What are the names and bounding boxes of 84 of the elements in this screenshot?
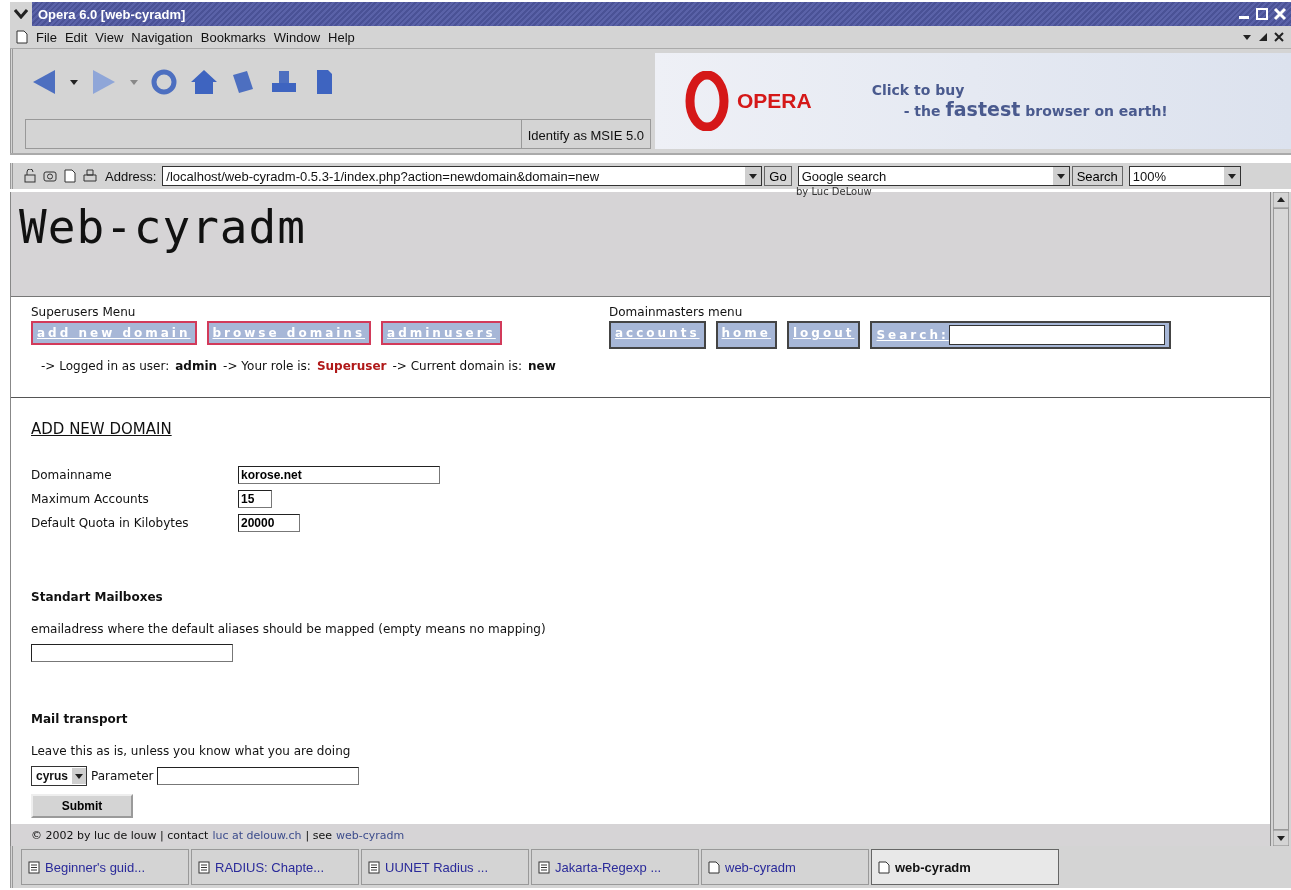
window-title: Opera 6.0 [web-cyradm] xyxy=(38,6,187,22)
scroll-up-icon[interactable] xyxy=(1273,192,1289,208)
status-text: new xyxy=(527,359,556,373)
status-text: -> Your role is: xyxy=(223,359,311,373)
field-label: Maximum Accounts xyxy=(31,492,150,506)
input-field[interactable]: 15 xyxy=(238,490,272,508)
restore-icon[interactable] xyxy=(1257,31,1269,43)
footer-link[interactable]: luc at delouw.ch xyxy=(212,828,302,842)
dropdown-icon[interactable] xyxy=(72,768,87,784)
site-logo: Web-cyradm xyxy=(19,200,306,254)
menu-heading: Superusers Menu xyxy=(31,305,137,319)
submit-button[interactable]: Submit xyxy=(31,794,133,818)
input-field[interactable]: korose.net xyxy=(238,466,440,484)
close-icon[interactable] xyxy=(1273,31,1285,43)
page-tab[interactable]: Beginner's guid... xyxy=(21,849,189,885)
banner-brand: OPERA xyxy=(737,89,812,113)
ad-banner[interactable]: OPERA Click to buy - the fastest browser on earth! xyxy=(655,53,1291,149)
footer-text: | see xyxy=(305,828,333,842)
address-field[interactable]: /localhost/web-cyradm-0.5.3-1/index.php?action=newdomain&domain=new xyxy=(162,166,763,186)
banner-text: fastest xyxy=(945,98,1021,120)
field-label: Default Quota in Kilobytes xyxy=(31,516,190,530)
search-field[interactable]: Google search xyxy=(797,166,1070,186)
menu-item[interactable]: View xyxy=(95,29,124,45)
input-field[interactable] xyxy=(157,767,360,785)
banner-text: - the xyxy=(903,103,941,119)
banner-text: browser on earth! xyxy=(1025,103,1168,119)
scroll-down-icon[interactable] xyxy=(1273,830,1289,846)
dropdown-icon[interactable] xyxy=(1223,167,1240,185)
footer-link[interactable]: web-cyradm xyxy=(336,828,405,842)
input-field[interactable]: 20000 xyxy=(238,514,300,532)
document-icon xyxy=(28,860,40,874)
menu-item[interactable]: File xyxy=(36,29,57,45)
byline: by Luc DeLouw xyxy=(795,186,872,197)
go-button[interactable]: Go xyxy=(764,166,792,186)
status-text: -> Current domain is: xyxy=(392,359,522,373)
document-icon xyxy=(708,860,720,874)
window-menu-icon[interactable] xyxy=(10,2,32,26)
status-text: admin xyxy=(175,359,218,373)
section-heading: Mail transport xyxy=(31,712,128,726)
banner-text: Click to buy xyxy=(871,82,966,98)
search-button[interactable]: Search xyxy=(1071,166,1123,186)
printer-icon[interactable] xyxy=(83,169,97,183)
page-tab[interactable]: UUNET Radius ... xyxy=(361,849,529,885)
field-label: Domainname xyxy=(31,468,113,482)
menu-heading: Domainmasters menu xyxy=(609,305,744,319)
document-icon xyxy=(16,30,28,44)
footer-text: © 2002 by luc de louw | contact xyxy=(31,828,209,842)
hint-text: Leave this as is, unless you know what you are doing xyxy=(31,744,351,758)
reload-icon[interactable] xyxy=(149,67,179,97)
page-tab[interactable]: Jakarta-Regexp ... xyxy=(531,849,699,885)
document-icon xyxy=(368,860,380,874)
input-field[interactable] xyxy=(31,644,233,662)
search-label: Search: xyxy=(876,328,949,342)
maximize-icon[interactable] xyxy=(1255,7,1269,21)
address-label: Address: xyxy=(105,168,157,184)
status-text: -> Logged in as user: xyxy=(41,359,170,373)
document-icon xyxy=(538,860,550,874)
document-icon xyxy=(878,860,890,874)
menu-item[interactable]: Window xyxy=(273,29,321,45)
dropdown-icon[interactable] xyxy=(1052,167,1069,185)
menu-item[interactable]: Bookmarks xyxy=(200,29,266,45)
menu-item[interactable]: Navigation xyxy=(131,29,193,45)
menu-item[interactable]: Help xyxy=(328,29,355,45)
page-tab[interactable]: RADIUS: Chapte... xyxy=(191,849,359,885)
zoom-field[interactable]: 100% xyxy=(1128,166,1241,186)
page-tab[interactable]: web-cyradm xyxy=(871,849,1059,885)
search-input[interactable] xyxy=(948,325,1165,345)
status-text: Superuser xyxy=(316,359,387,373)
page-tab[interactable]: web-cyradm xyxy=(701,849,869,885)
opera-logo-icon xyxy=(685,71,729,131)
menu-item[interactable]: Edit xyxy=(64,29,88,45)
document-icon[interactable] xyxy=(63,169,77,183)
document-icon xyxy=(198,860,210,874)
scrollbar[interactable] xyxy=(1270,192,1291,846)
home-icon[interactable] xyxy=(189,67,219,97)
section-heading: Standart Mailboxes xyxy=(31,590,163,604)
transport-select[interactable]: cyrus xyxy=(31,766,88,786)
page-heading: ADD NEW DOMAIN xyxy=(31,420,172,438)
hint-text: emailadress where the default aliases should be mapped (empty means no mapping) xyxy=(31,622,546,636)
camera-icon[interactable] xyxy=(43,169,57,183)
identify-as-button[interactable]: Identify as MSIE 5.0 xyxy=(521,119,651,149)
lock-icon[interactable] xyxy=(23,169,37,183)
dropdown-icon[interactable] xyxy=(745,167,762,185)
field-label: Parameter xyxy=(91,769,154,783)
